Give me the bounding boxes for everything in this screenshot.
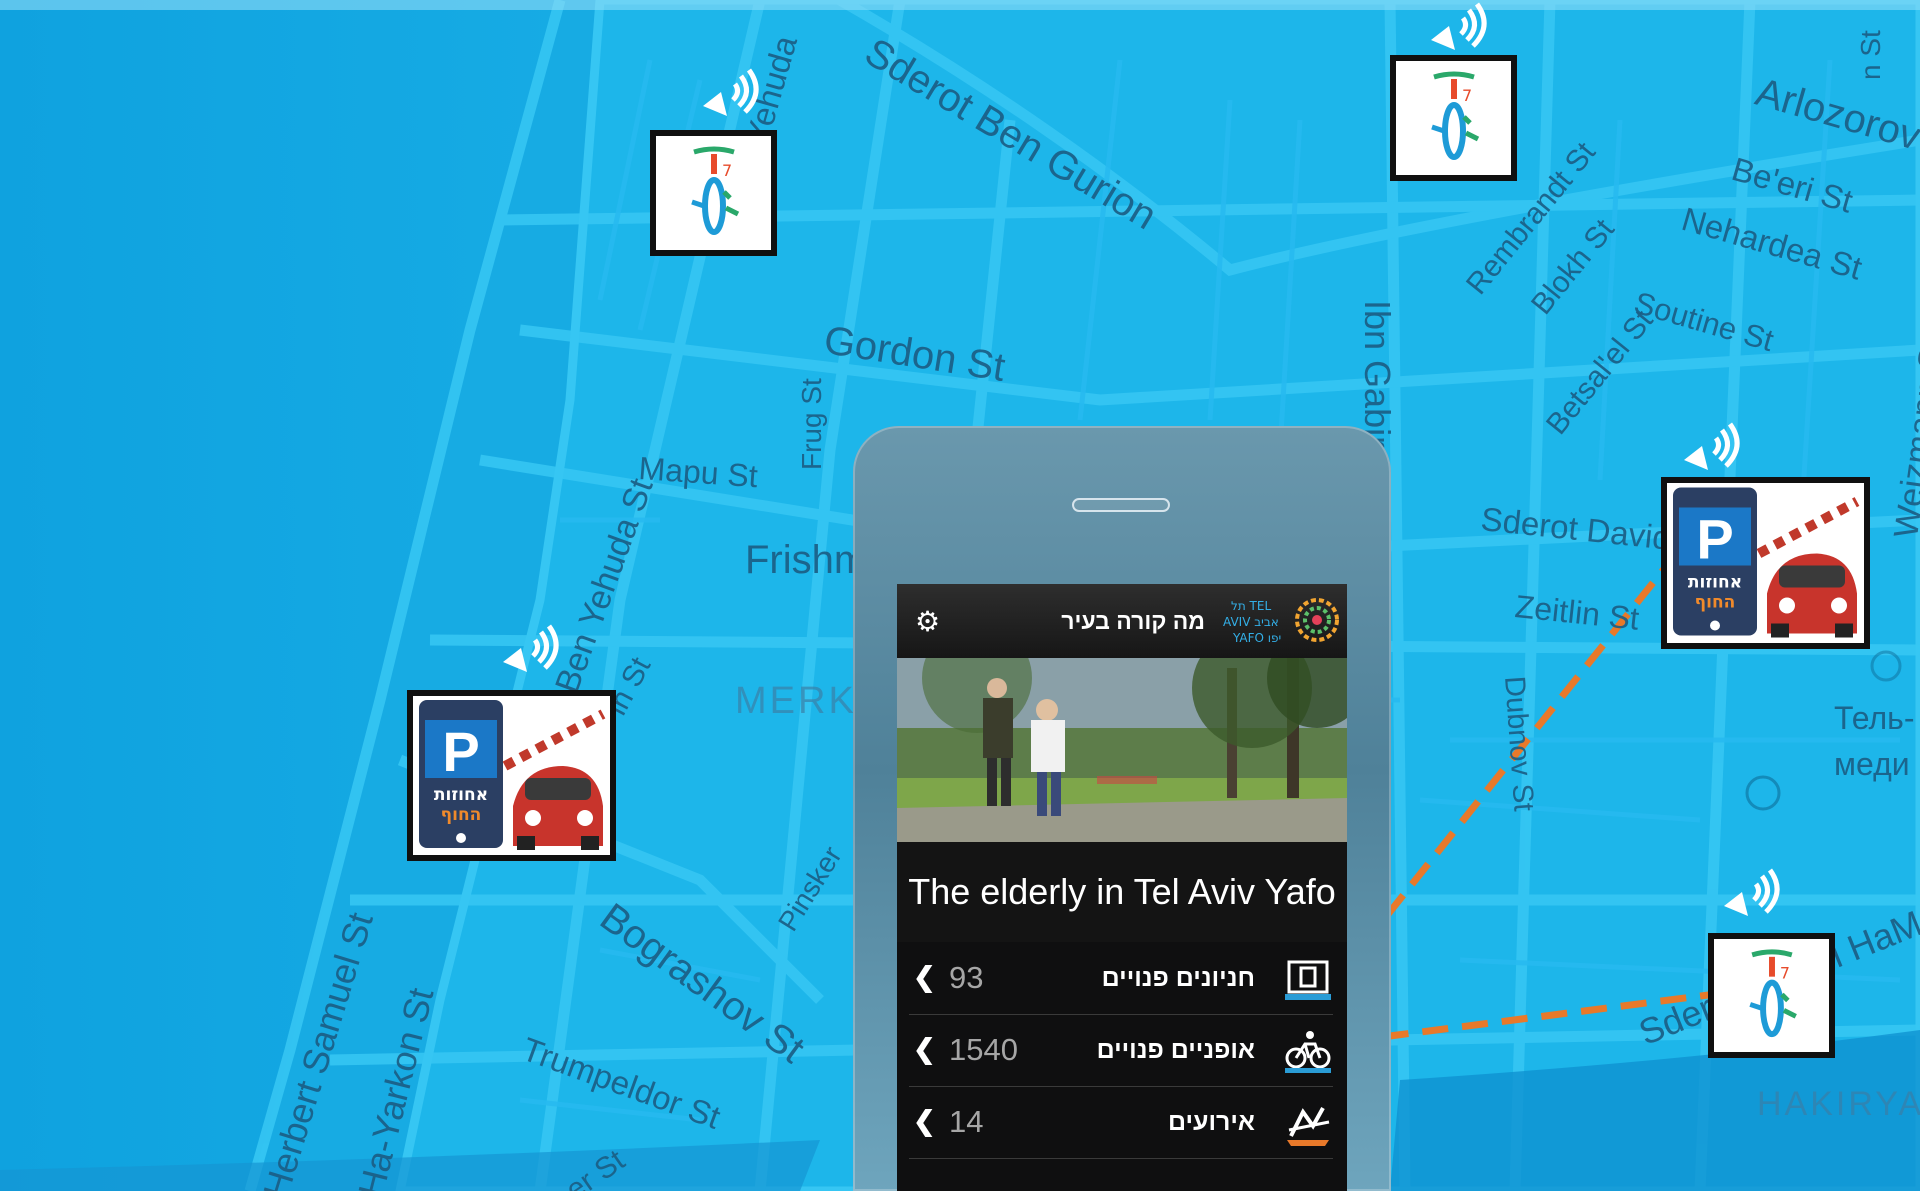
row-label: חניונים פנויים	[1101, 964, 1255, 992]
parking-icon	[1285, 960, 1331, 1000]
wireless-signal-icon	[1724, 868, 1780, 916]
wireless-signal-icon	[503, 624, 559, 672]
parking-brand-line2: החוף	[1695, 593, 1736, 613]
list-item-bicycles[interactable]: אופניים פנויים 1540 ❮	[909, 1014, 1333, 1087]
svg-text:7: 7	[722, 161, 732, 180]
chevron-left-icon: ❮	[913, 1034, 936, 1064]
bike-station-marker[interactable]: 7	[650, 130, 777, 256]
bike-station-logo-icon: 7	[1431, 71, 1480, 160]
street-label: меди	[1834, 746, 1910, 782]
row-count: 93	[949, 960, 984, 995]
city-logo-line2: AVIV אביב	[1223, 615, 1279, 629]
bicycle-icon	[1285, 1031, 1331, 1073]
street-label: Тель-	[1834, 700, 1915, 736]
parking-brand-line1: אחוזות	[434, 785, 488, 805]
gear-icon[interactable]: ⚙	[915, 608, 940, 636]
parking-letter: P	[442, 720, 479, 783]
app-title: מה קורה בעיר	[1061, 608, 1205, 634]
svg-text:7: 7	[1462, 86, 1472, 105]
bike-station-logo-icon: 7	[691, 146, 740, 235]
street-label: Frishm	[745, 538, 868, 582]
parking-brand-line1: אחוזות	[1688, 573, 1742, 593]
chevron-left-icon: ❮	[913, 1106, 936, 1136]
app-header: ⚙ מה קורה בעיר תל TEL AVIV אביב YAFO יפו	[897, 584, 1347, 658]
street-label: n St	[1855, 30, 1886, 80]
parking-letter: P	[1696, 508, 1733, 571]
row-count: 1540	[949, 1032, 1018, 1067]
list-item-parking[interactable]: חניונים פנויים 93 ❮	[909, 942, 1333, 1015]
svg-text:7: 7	[1780, 964, 1790, 983]
city-logo-line3: YAFO יפו	[1232, 631, 1281, 645]
bike-station-marker[interactable]: 7	[1708, 933, 1835, 1058]
street-label: MERK	[735, 680, 857, 722]
row-label: אירועים	[1167, 1108, 1255, 1136]
street-label: Frug St	[796, 378, 827, 470]
wireless-signal-icon	[1431, 2, 1487, 50]
parking-app-logo-icon: P אחוזות החוף	[1673, 487, 1860, 638]
chevron-left-icon: ❮	[913, 962, 936, 992]
street-label: HAKIRYA	[1757, 1085, 1920, 1123]
article-photo[interactable]	[897, 658, 1347, 842]
wireless-signal-icon	[1684, 422, 1740, 470]
row-label: אופניים פנויים	[1096, 1036, 1255, 1064]
bike-station-logo-icon: 7	[1749, 949, 1797, 1038]
events-icon	[1287, 1107, 1330, 1146]
article-headline[interactable]: The elderly in Tel Aviv Yafo	[897, 842, 1347, 942]
app-screen[interactable]: ⚙ מה קורה בעיר תל TEL AVIV אביב YAFO יפו	[897, 584, 1347, 1191]
city-logo-icon: תל TEL AVIV אביב YAFO יפו	[1223, 598, 1339, 645]
phone-mockup: ⚙ מה קורה בעיר תל TEL AVIV אביב YAFO יפו	[853, 426, 1391, 1191]
city-logo-line1: תל TEL	[1231, 599, 1271, 613]
parking-app-marker[interactable]: P אחוזות החוף	[1661, 477, 1870, 649]
parking-brand-line2: החוף	[441, 805, 482, 825]
parking-app-marker[interactable]: P אחוזות החוף	[407, 690, 616, 861]
map-view[interactable]: Sderot Ben Gurion Arlozorov Be'eri St Ne…	[0, 0, 1920, 1191]
bike-station-marker[interactable]: 7	[1390, 55, 1517, 181]
list-item-events[interactable]: אירועים 14 ❮	[909, 1086, 1333, 1159]
parking-app-logo-icon: P אחוזות החוף	[419, 700, 606, 850]
row-count: 14	[949, 1104, 984, 1139]
wireless-signal-icon	[703, 68, 759, 116]
phone-speaker	[1072, 498, 1170, 512]
